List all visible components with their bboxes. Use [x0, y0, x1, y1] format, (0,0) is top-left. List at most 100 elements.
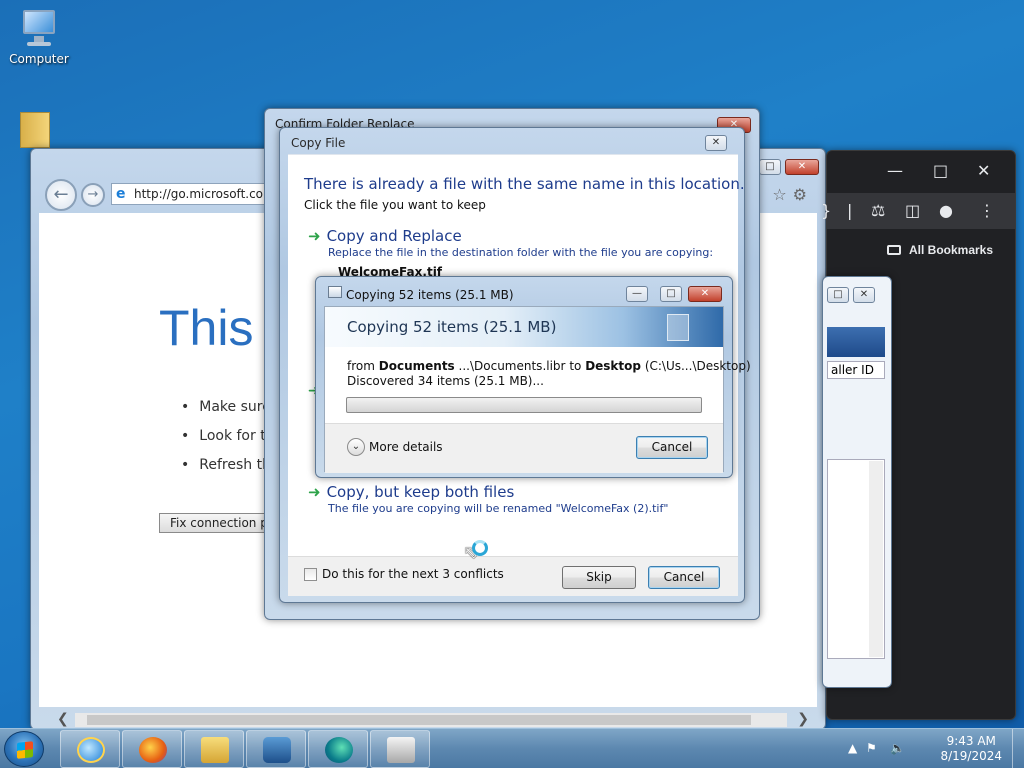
checkbox-label[interactable]: Do this for the next 3 conflicts: [322, 567, 504, 581]
show-hidden-icons-icon[interactable]: ▲: [848, 741, 857, 755]
page-heading: This: [159, 300, 254, 356]
option-label: Copy, but keep both files: [326, 483, 515, 501]
from-prefix: from: [347, 359, 375, 373]
maximize-icon[interactable]: □: [933, 161, 948, 180]
destination-path: (C:\Us...\Desktop): [644, 359, 751, 373]
dialog-title: Copy File: [291, 136, 346, 150]
ie-close-button[interactable]: ✕: [785, 159, 819, 175]
media-player-icon: [263, 737, 291, 763]
option-description: Replace the file in the destination fold…: [328, 246, 714, 259]
more-details-link[interactable]: More details: [369, 440, 443, 454]
extension-icon[interactable]: }: [821, 201, 831, 220]
volume-muted-icon[interactable]: 🔈: [890, 741, 905, 755]
system-tray: ▲ ⚑ 🔈 9:43 AM 8/19/2024: [844, 729, 1024, 768]
taskbar-firefox[interactable]: [122, 730, 182, 768]
forward-button[interactable]: →: [81, 183, 105, 207]
taskbar-media-player[interactable]: [246, 730, 306, 768]
window-title: Copying 52 items (25.1 MB): [346, 288, 514, 302]
green-arrow-icon: ➜: [308, 483, 321, 501]
clock[interactable]: 9:43 AM 8/19/2024: [940, 734, 1002, 764]
callerid-close-button[interactable]: ✕: [853, 287, 875, 303]
back-button[interactable]: ←: [45, 179, 77, 211]
action-center-flag-icon[interactable]: ⚑: [866, 741, 877, 755]
progress-close-button[interactable]: ✕: [688, 286, 722, 302]
ie-maximize-button[interactable]: □: [759, 159, 781, 175]
troubleshoot-list: Make sure Look for t Refresh th: [181, 393, 271, 480]
caller-id-window: □ ✕ aller ID: [822, 276, 892, 688]
apply-to-all-checkbox[interactable]: [304, 568, 317, 581]
vertical-scrollbar[interactable]: [869, 461, 883, 657]
option-label: Copy and Replace: [326, 227, 462, 245]
desktop-icon-computer[interactable]: Computer: [4, 8, 74, 66]
copy-progress-window: Copying 52 items (25.1 MB) — □ ✕ Copying…: [315, 276, 751, 478]
list-item: Make sure: [181, 393, 271, 422]
minimize-icon[interactable]: —: [887, 161, 903, 180]
taskbar-file-explorer[interactable]: [184, 730, 244, 768]
address-text: http://go.microsoft.com: [134, 187, 275, 201]
taskbar-edge[interactable]: [308, 730, 368, 768]
menu-kebab-icon[interactable]: ⋮: [979, 201, 995, 220]
computer-icon: [17, 8, 61, 48]
to-prefix: to: [569, 359, 582, 373]
scroll-thumb[interactable]: [87, 715, 751, 725]
source-name[interactable]: Documents: [379, 359, 455, 373]
callerid-header-bar: [827, 327, 885, 357]
conflict-heading: There is already a file with the same na…: [304, 175, 745, 193]
destination-name[interactable]: Desktop: [585, 359, 641, 373]
fax-scan-icon: [387, 737, 415, 763]
bookmarks-label: All Bookmarks: [909, 243, 994, 257]
close-icon[interactable]: ✕: [977, 161, 990, 180]
edge-icon: [325, 737, 353, 763]
busy-spinner-icon: [472, 540, 488, 556]
copyfile-close-button[interactable]: ✕: [705, 135, 727, 151]
taskbar-internet-explorer[interactable]: [60, 730, 120, 768]
ie-toolbar-icons: ☆⚙: [772, 185, 813, 204]
progress-cancel-button[interactable]: Cancel: [636, 436, 708, 459]
clock-time: 9:43 AM: [946, 734, 996, 748]
settings-gear-icon[interactable]: ⚙: [793, 185, 813, 204]
list-item: Look for t: [181, 422, 271, 451]
taskbar-fax-scan[interactable]: [370, 730, 430, 768]
banner-title: Copying 52 items (25.1 MB): [347, 318, 557, 336]
conflict-subheading: Click the file you want to keep: [304, 198, 486, 212]
desktop-icon-folder[interactable]: [0, 112, 70, 152]
option-copy-and-replace[interactable]: ➜ Copy and Replace Replace the file in th…: [308, 227, 713, 279]
discovery-status: Discovered 34 items (25.1 MB)...: [347, 374, 544, 388]
progress-maximize-button[interactable]: □: [660, 286, 682, 302]
option-keep-both-files[interactable]: ➜ Copy, but keep both files The file you …: [308, 483, 668, 515]
taskbar: ▲ ⚑ 🔈 9:43 AM 8/19/2024: [0, 728, 1024, 768]
folder-icon: [887, 245, 901, 255]
scroll-right-icon[interactable]: ❯: [797, 711, 809, 727]
firefox-icon: [139, 737, 167, 763]
list-item: Refresh th: [181, 451, 271, 480]
folder-icon: [20, 112, 50, 148]
skip-button[interactable]: Skip: [562, 566, 636, 589]
desktop-icon-label: Computer: [9, 52, 69, 66]
progress-body: Copying 52 items (25.1 MB) from Document…: [324, 306, 751, 473]
clock-date: 8/19/2024: [940, 749, 1002, 763]
green-arrow-icon: ➜: [308, 227, 321, 245]
lab-flask-icon[interactable]: ⚖: [871, 201, 885, 220]
copy-progress-icon: [328, 286, 342, 298]
address-bar[interactable]: e http://go.microsoft.com: [111, 183, 281, 205]
chevron-down-icon[interactable]: ⌄: [347, 438, 365, 456]
file-explorer-icon: [201, 737, 229, 763]
caller-id-column-header[interactable]: aller ID: [827, 361, 885, 379]
all-bookmarks-button[interactable]: All Bookmarks: [887, 243, 993, 257]
fix-connection-button[interactable]: Fix connection pro: [159, 513, 279, 533]
profile-icon[interactable]: ●: [939, 201, 953, 220]
show-desktop-button[interactable]: [1012, 729, 1024, 768]
scroll-left-icon[interactable]: ❮: [57, 711, 69, 727]
source-path: ...\Documents.libr: [458, 359, 566, 373]
cancel-button[interactable]: Cancel: [648, 566, 720, 589]
favorites-star-icon[interactable]: ☆: [772, 185, 792, 204]
sidebar-icon[interactable]: ◫: [905, 201, 920, 220]
progress-minimize-button[interactable]: —: [626, 286, 648, 302]
start-button[interactable]: [4, 731, 44, 767]
callerid-maximize-button[interactable]: □: [827, 287, 849, 303]
horizontal-scrollbar[interactable]: ❮ ❯: [57, 711, 809, 727]
copy-progress-bar: [346, 397, 702, 413]
document-icon: [667, 314, 689, 341]
dialog-footer: Do this for the next 3 conflicts Skip Ca…: [288, 556, 738, 596]
internet-explorer-icon: [77, 737, 105, 763]
